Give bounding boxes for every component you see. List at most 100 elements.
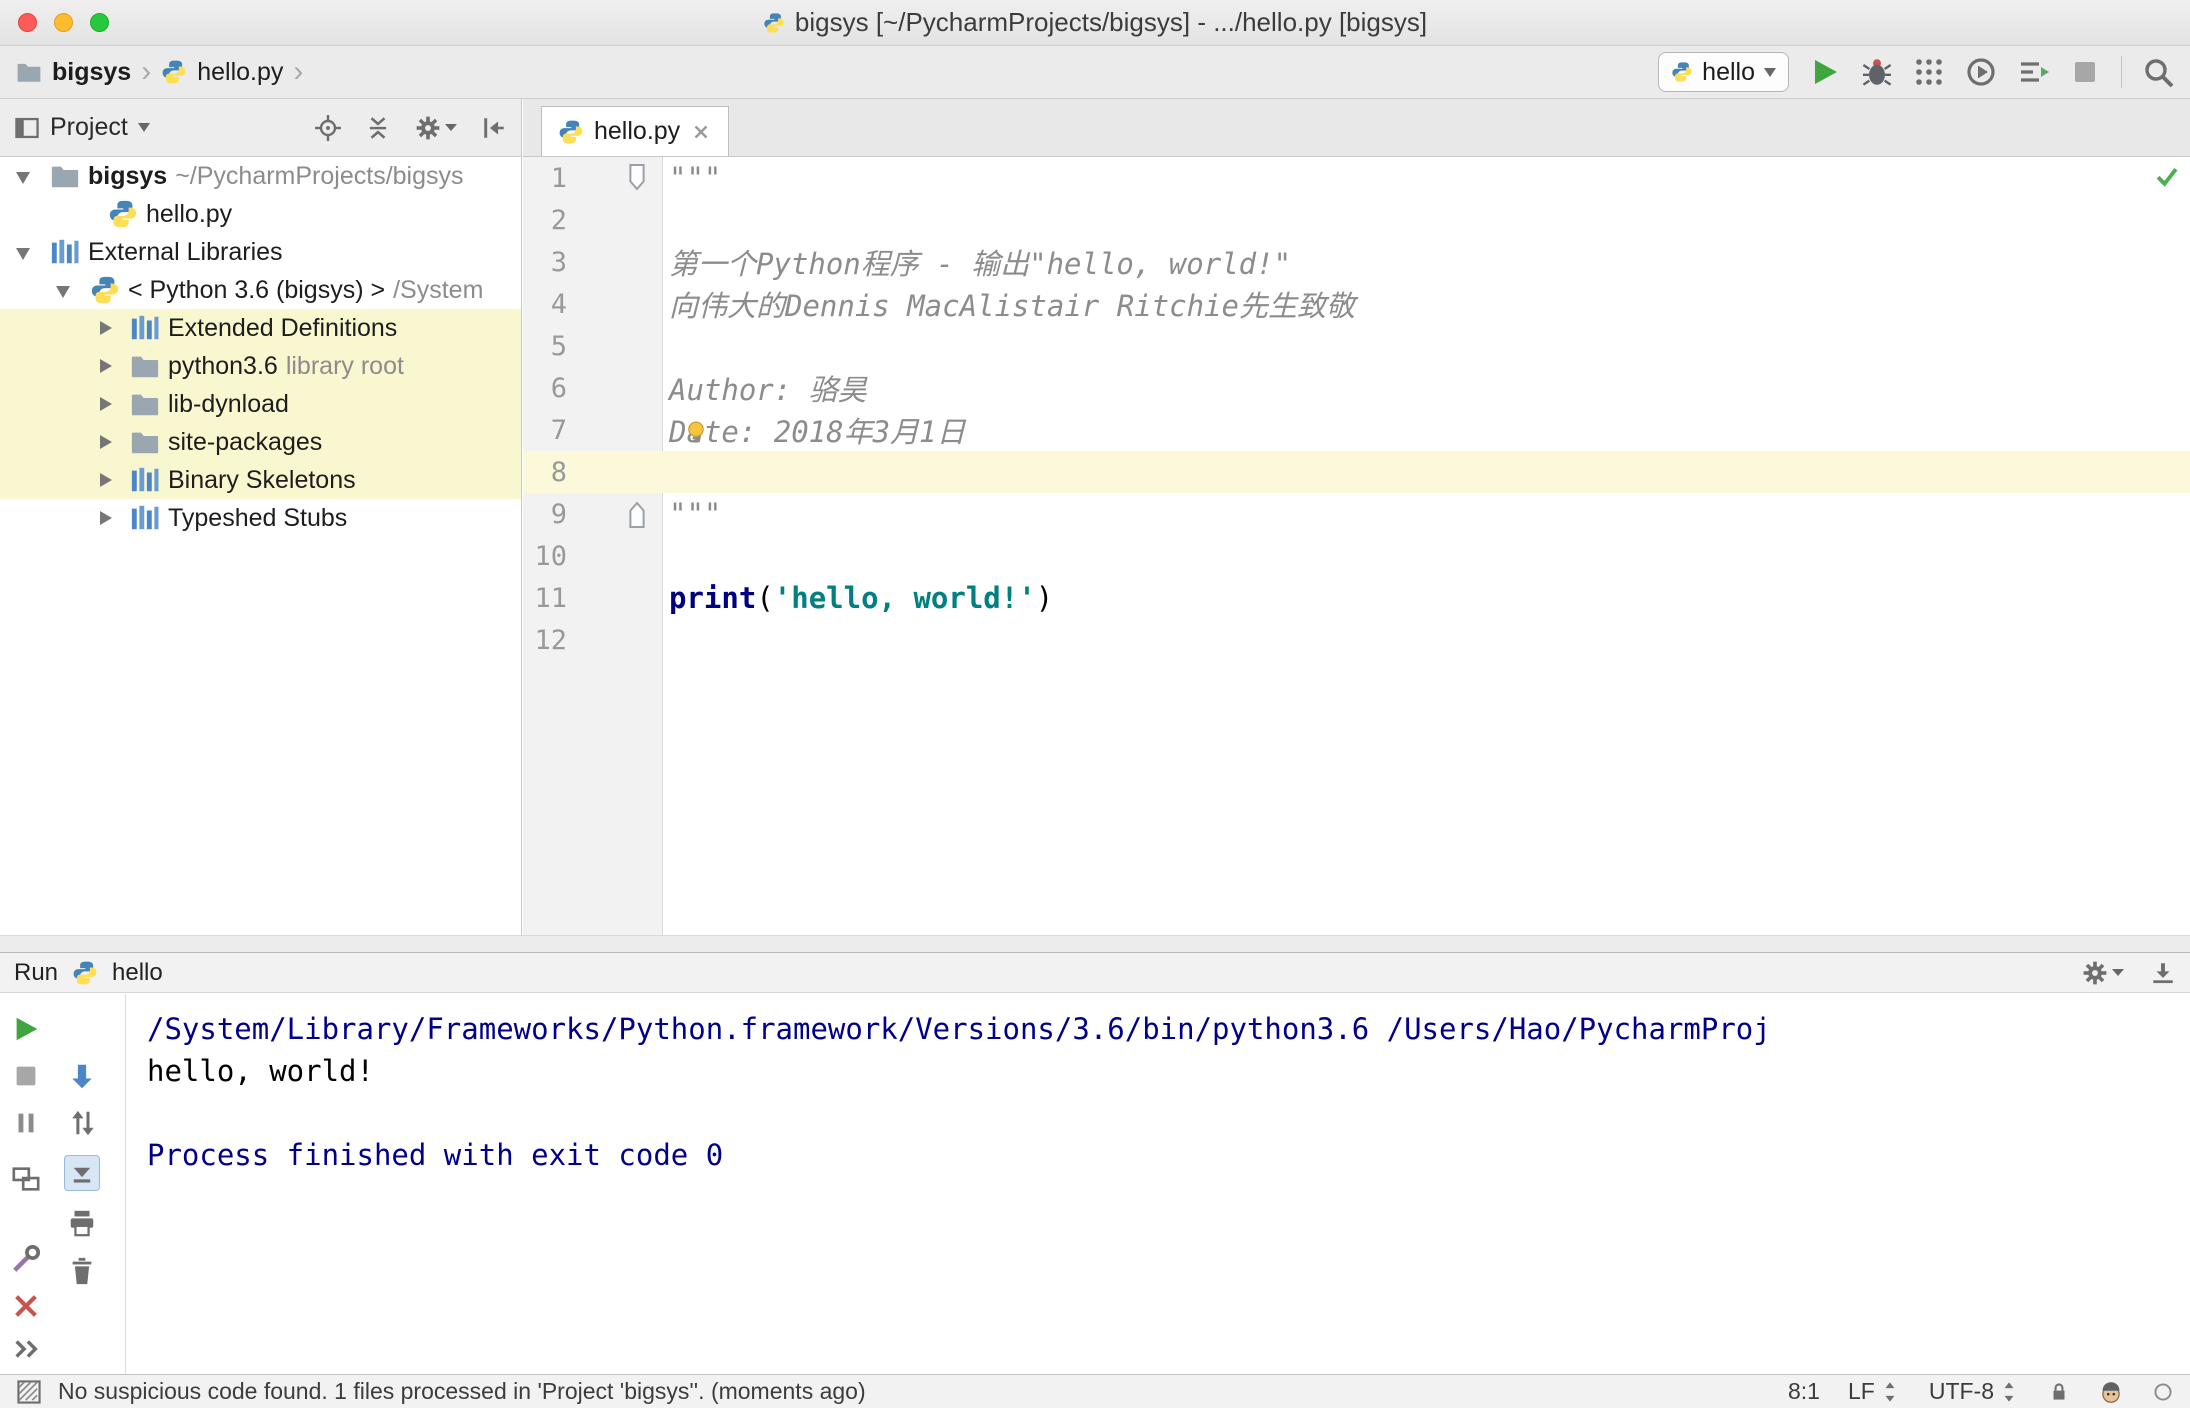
minimize-window-button[interactable] [54,13,73,32]
toolwindow-toggle-icon[interactable] [16,1379,42,1405]
tree-item-python-3-6-bigsys[interactable]: < Python 3.6 (bigsys) >/System [0,271,521,309]
run-console[interactable]: /System/Library/Frameworks/Python.framew… [127,994,2190,1374]
panel-settings-button[interactable] [415,115,457,141]
up-down-mini-icon [1998,1381,2020,1403]
library-icon [130,465,160,495]
inspection-ok-icon[interactable] [2154,163,2180,189]
code-text: print('hello, world!') [669,581,1054,615]
chevron-collapsed-icon[interactable] [88,349,122,383]
scroll-to-end-button[interactable] [64,1155,100,1191]
caret-position-widget[interactable]: 8:1 [1788,1378,1820,1405]
editor-line-3[interactable]: 3 第一个Python程序 - 输出"hello, world!" [523,241,2190,283]
navigation-bar: bigsys › hello.py › hello [0,46,2190,99]
status-message[interactable]: No suspicious code found. 1 files proces… [58,1378,866,1405]
printer-icon [67,1208,97,1238]
run-with-coverage-button[interactable] [1913,56,1945,88]
chevron-collapsed-icon[interactable] [88,463,122,497]
zoom-window-button[interactable] [90,13,109,32]
editor-line-11[interactable]: 11 print('hello, world!') [523,577,2190,619]
chevron-collapsed-icon[interactable] [88,425,122,459]
tab-hello-py[interactable]: hello.py [541,106,730,156]
down-stack-trace-button[interactable] [64,1058,100,1094]
editor-line-6[interactable]: 6 Author: 骆昊 [523,367,2190,409]
hide-panel-icon[interactable] [481,115,507,141]
close-run-panel-button[interactable] [8,1288,44,1324]
readonly-lock-icon[interactable] [2048,1381,2070,1403]
editor-line-2[interactable]: 2 [523,199,2190,241]
arrow-down-icon [67,1061,97,1091]
project-panel-title[interactable]: Project [50,113,128,142]
editor-line-9[interactable]: 9 """ [523,493,2190,535]
horizontal-scrollbar-track[interactable] [0,935,2190,952]
tree-item-lib-dynload[interactable]: lib-dynload [0,385,521,423]
editor-line-10[interactable]: 10 [523,535,2190,577]
line-separator-widget[interactable]: LF [1848,1378,1901,1405]
chevron-expanded-icon[interactable] [8,235,42,269]
breadcrumb-item-project[interactable]: bigsys [52,58,131,87]
pycharm-window: bigsys [~/PycharmProjects/bigsys] - .../… [0,0,2190,1408]
run-configuration-select[interactable]: hello [1658,52,1789,92]
chevron-down-icon[interactable] [137,123,150,132]
print-button[interactable] [64,1205,100,1241]
profiler-button[interactable] [1965,56,1997,88]
editor-line-7[interactable]: 7 Date: 2018年3月1日 [523,409,2190,451]
editor-line-12[interactable]: 12 [523,619,2190,661]
line-number: 8 [550,456,567,488]
concurrency-diagram-button[interactable] [2017,56,2049,88]
run-button[interactable] [1809,56,1841,88]
debug-button[interactable] [1861,56,1893,88]
line-number: 2 [550,204,567,236]
project-panel-header: Project [0,99,521,157]
editor-line-5[interactable]: 5 [523,325,2190,367]
rerun-button[interactable] [8,1011,44,1047]
run-settings-button[interactable] [8,1241,44,1277]
chevron-expanded-icon[interactable] [48,273,82,307]
restore-layout-button[interactable] [8,1161,44,1197]
more-actions-button[interactable] [8,1331,44,1367]
close-tab-icon[interactable] [690,121,712,143]
highlighting-level-icon[interactable] [2098,1379,2124,1405]
fold-marker-bottom-icon[interactable] [567,499,662,529]
library-icon [130,313,160,343]
restore-layout-icon [11,1164,41,1194]
tree-item-python3-6[interactable]: python3.6 library root [0,347,521,385]
stop-button[interactable] [2069,56,2101,88]
tree-item-hello-py[interactable]: hello.py [0,195,521,233]
pause-output-button[interactable] [8,1105,44,1141]
editor-area: hello.py 1 """ 2 3 第一个Python程序 - 输出"hello, w… [523,99,2190,952]
stop-process-button[interactable] [8,1058,44,1094]
line-number: 6 [550,372,567,404]
editor-line-1[interactable]: 1 """ [523,157,2190,199]
background-tasks-icon[interactable] [2152,1381,2174,1403]
soft-wrap-button[interactable] [64,1105,100,1141]
hide-panel-icon[interactable] [2150,960,2176,986]
tree-item-typeshed-stubs[interactable]: Typeshed Stubs [0,499,521,537]
line-number: 9 [550,498,567,530]
chevron-expanded-icon[interactable] [8,159,42,193]
tree-item-external-libraries[interactable]: External Libraries [0,233,521,271]
folder-icon [130,427,160,457]
editor-line-8[interactable]: 8 [523,451,2190,493]
close-window-button[interactable] [18,13,37,32]
chevron-collapsed-icon[interactable] [88,501,122,535]
locate-file-icon[interactable] [315,114,341,141]
encoding-widget[interactable]: UTF-8 [1929,1378,2020,1405]
fold-marker-top-icon[interactable] [567,163,662,193]
tree-item-bigsys[interactable]: bigsys ~/PycharmProjects/bigsys [0,157,521,195]
chevron-collapsed-icon[interactable] [88,311,122,345]
code-editor[interactable]: 1 """ 2 3 第一个Python程序 - 输出"hello, world!" 4 向伟… [523,157,2190,935]
search-everywhere-button[interactable] [2142,56,2174,88]
collapse-all-icon[interactable] [365,115,391,141]
chevron-collapsed-icon[interactable] [88,387,122,421]
editor-line-4[interactable]: 4 向伟大的Dennis MacAlistair Ritchie先生致敬 [523,283,2190,325]
tree-item-extended-definitions[interactable]: Extended Definitions [0,309,521,347]
tree-item-site-packages[interactable]: site-packages [0,423,521,461]
run-panel-toolbar [0,994,126,1374]
breadcrumb-item-file[interactable]: hello.py [197,58,283,87]
intention-bulb-icon[interactable] [683,419,709,445]
stop-icon [11,1061,41,1091]
tree-item-binary-skeletons[interactable]: Binary Skeletons [0,461,521,499]
run-panel-title[interactable]: Run [14,959,58,987]
clear-all-button[interactable] [64,1253,100,1289]
run-panel-settings-button[interactable] [2082,960,2124,986]
